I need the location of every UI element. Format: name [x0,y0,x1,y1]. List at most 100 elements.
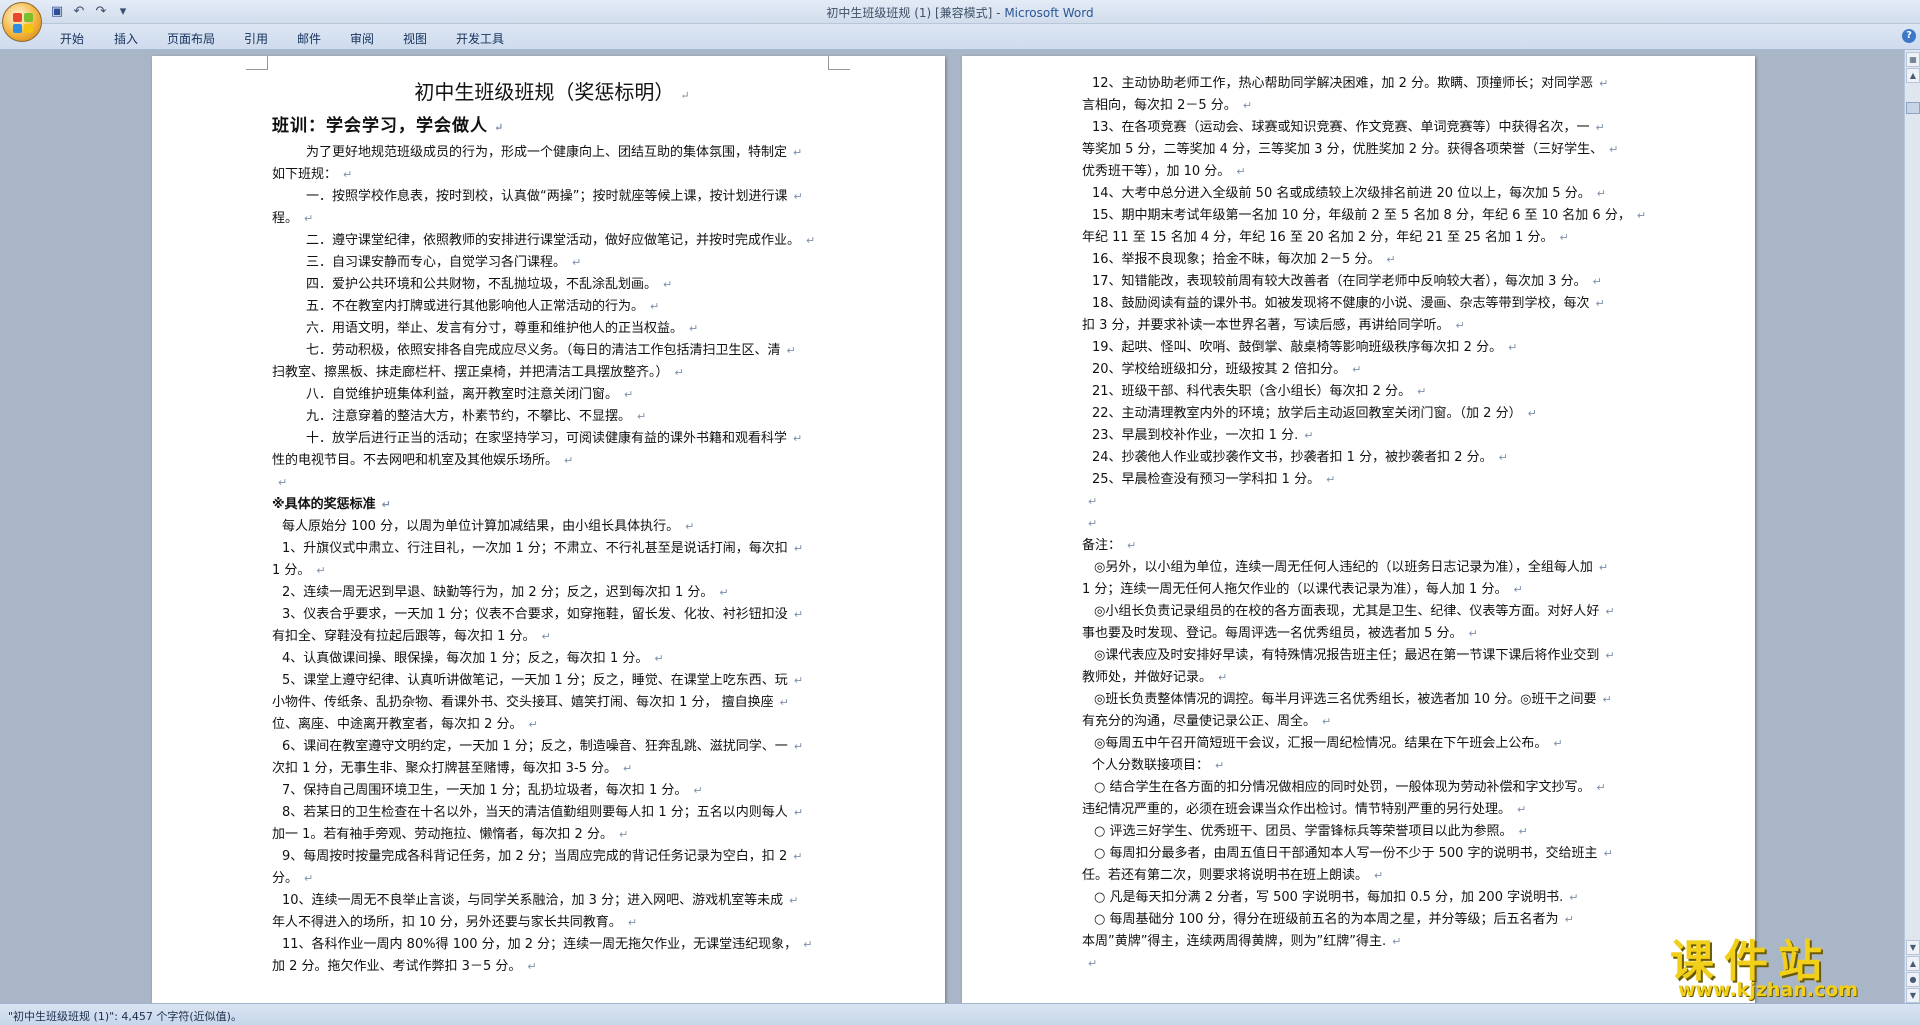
document-area[interactable]: 初中生班级班规（奖惩标明） ↵ 班训：学会学习，学会做人 ↵ 为了更好地规范班级成员… [0,50,1904,1003]
paragraph-text: 23、早晨到校补作业，一次扣 1 分. [1092,428,1299,443]
office-button[interactable] [2,2,42,42]
paragraph-line: 年纪 11 至 15 名加 4 分，年纪 16 至 20 名加 2 分，年纪 2… [1082,227,1642,249]
help-icon[interactable]: ? [1902,29,1916,43]
paragraph-line: 分。 ↵ [272,868,832,890]
tab-insert[interactable]: 插入 [114,30,138,47]
paragraph-line: 25、早晨检查没有预习一学科扣 1 分。 ↵ [1082,469,1642,491]
tab-home[interactable]: 开始 [60,30,84,47]
paragraph-text: 5、课堂上遵守纪律、认真听讲做笔记，一天加 1 分；反之，睡觉、在课堂上吃东西、… [282,673,788,688]
paragraph-mark-icon: ↵ [1553,737,1563,750]
tab-developer[interactable]: 开发工具 [456,30,504,47]
paragraph-mark-icon: ↵ [1564,913,1574,926]
paragraph-text: 8、若某日的卫生检查在十名以外，当天的清洁值勤组则要每人扣 1 分；五名以内则每… [282,805,788,820]
paragraph-line: 年人不得进入的场所，扣 10 分，另外还要与家长共同教育。 ↵ [272,912,832,934]
paragraph-line: 加 2 分。拖欠作业、考试作弊扣 3－5 分。 ↵ [272,956,832,978]
paragraph-text: 1 分。 [272,563,311,578]
paragraph-text: 1 分；连续一周无任何人拖欠作业的（以课代表记录为准），每人加 1 分。 [1082,582,1508,597]
paragraph-mark-icon: ↵ [528,718,538,731]
paragraph-text: 言相向，每次扣 2－5 分。 [1082,98,1237,113]
page-left[interactable]: 初中生班级班规（奖惩标明） ↵ 班训：学会学习，学会做人 ↵ 为了更好地规范班级成员… [152,56,945,1003]
paragraph-text: 18、鼓励阅读有益的课外书。如被发现将不健康的小说、漫画、杂志等带到学校，每次 [1092,296,1590,311]
paragraph-line: ↵ [1082,953,1642,975]
paragraph-mark-icon: ↵ [1595,297,1605,310]
paragraph-mark-icon: ↵ [1599,77,1609,90]
paragraph-text: 年纪 11 至 15 名加 4 分，年纪 16 至 20 名加 2 分，年纪 2… [1082,230,1554,245]
paragraph-text: 1、升旗仪式中肃立、行注目礼，一次加 1 分；不肃立、不行礼甚至是说话打闹，每次… [282,541,788,556]
paragraph-text: 位、离座、中途离开教室者，每次扣 2 分。 [272,717,523,732]
paragraph-mark-icon: ↵ [278,476,288,489]
paragraph-mark-icon: ↵ [1596,187,1606,200]
word-count-status[interactable]: "初中生班级班规 (1)": 4,457 个字符(近似值)。 [8,1008,242,1024]
paragraph-line: 三．自习课安静而专心，自觉学习各门课程。 ↵ [272,252,832,274]
paragraph-line: ○ 凡是每天扣分满 2 分者，写 500 字说明书，每加扣 0.5 分，加 20… [1082,887,1642,909]
paragraph-mark-icon: ↵ [624,388,634,401]
paragraph-line: ◎每周五中午召开简短班干会议，汇报一周纪检情况。结果在下午班会上公布。 ↵ [1082,733,1642,755]
paragraph-line: 4、认真做课间操、眼保操，每次加 1 分；反之，每次扣 1 分。 ↵ [272,648,832,670]
paragraph-line: 12、主动协助老师工作，热心帮助同学解决困难，加 2 分。欺瞒、顶撞师长；对同学… [1082,73,1642,95]
paragraph-mark-icon: ↵ [527,960,537,973]
page-right[interactable]: 12、主动协助老师工作，热心帮助同学解决困难，加 2 分。欺瞒、顶撞师长；对同学… [962,56,1755,1003]
paragraph-mark-icon: ↵ [719,586,729,599]
paragraph-mark-icon: ↵ [1596,781,1606,794]
vertical-scrollbar[interactable]: ▦ ▲ ▼ ▲ ● ▼ [1904,50,1920,1003]
paragraph-text: 如下班规： [272,167,338,182]
tab-page-layout[interactable]: 页面布局 [167,30,215,47]
paragraph-mark-icon: ↵ [627,916,638,929]
paragraph-line: 有扣全、穿鞋没有拉起后跟等，每次扣 1 分。 ↵ [272,626,832,648]
paragraph-text: 12、主动协助老师工作，热心帮助同学解决困难，加 2 分。欺瞒、顶撞师长；对同学… [1092,76,1594,91]
class-motto-text: 班训：学会学习，学会做人 [272,116,488,136]
paragraph-mark-icon: ↵ [1605,605,1615,618]
tab-references[interactable]: 引用 [244,30,268,47]
paragraph-mark-icon: ↵ [1498,451,1508,464]
paragraph-line: 八．自觉维护班集体利益，离开教室时注意关闭门窗。 ↵ [272,384,832,406]
paragraph-line: 十．放学后进行正当的活动；在家坚持学习，可阅读健康有益的课外书籍和观看科学 ↵ [272,428,832,450]
paragraph-line: 3、仪表合乎要求，一天加 1 分；仪表不合要求，如穿拖鞋，留长发、化妆、衬衫钮扣… [272,604,832,626]
paragraph-mark-icon: ↵ [1513,583,1523,596]
tab-mailings[interactable]: 邮件 [297,30,321,47]
paragraph-mark-icon: ↵ [793,190,803,203]
paragraph-text: ○ 结合学生在各方面的扣分情况做相应的同时处罚，一般体现为劳动补偿和字文抄写。 [1094,780,1591,795]
paragraph-text: ◎小组长负责记录组员的在校的各方面表现，尤其是卫生、纪律、仪表等方面。对好人好 [1094,604,1600,619]
paragraph-text: 16、举报不良现象；拾金不昧，每次加 2－5 分。 [1092,252,1381,267]
paragraph-mark-icon: ↵ [1598,561,1609,574]
paragraph-mark-icon: ↵ [1603,847,1613,860]
paragraph-line: 七．劳动积极，依照安排各自完成应尽义务。（每日的清洁工作包括清扫卫生区、清 ↵ [272,340,832,362]
paragraph-mark-icon: ↵ [618,828,629,841]
paragraph-line: 每人原始分 100 分，以周为单位计算加减结果，由小组长具体执行。 ↵ [272,516,832,538]
paragraph-mark-icon: ↵ [304,872,314,885]
paragraph-mark-icon: ↵ [793,850,803,863]
paragraph-line: 九．注意穿着的整洁大方，朴素节约，不攀比、不显摆。 ↵ [272,406,832,428]
paragraph-text: 11、各科作业一周内 80%得 100 分，加 2 分；连续一周无拖欠作业，无课… [282,937,798,952]
scroll-up-icon[interactable]: ▲ [1906,68,1920,83]
tab-review[interactable]: 审阅 [350,30,374,47]
paragraph-line: 位、离座、中途离开教室者，每次扣 2 分。 ↵ [272,714,832,736]
document-title-text: 初中生班级班规（奖惩标明） [414,80,675,104]
scrollbar-thumb[interactable] [1906,102,1920,114]
paragraph-line: 21、班级干部、科代表失职（含小组长）每次扣 2 分。 ↵ [1082,381,1642,403]
paragraph-line: ○ 结合学生在各方面的扣分情况做相应的同时处罚，一般体现为劳动补偿和字文抄写。 ↵ [1082,777,1642,799]
paragraph-mark-icon: ↵ [1088,495,1098,508]
paragraph-line: 17、知错能改，表现较前周有较大改善者（在同学老师中反响较大者），每次加 3 分… [1082,271,1642,293]
ruler-toggle-icon[interactable]: ▦ [1906,52,1920,67]
paragraph-line: 1 分；连续一周无任何人拖欠作业的（以课代表记录为准），每人加 1 分。 ↵ [1082,579,1642,601]
tab-view[interactable]: 视图 [403,30,427,47]
paragraph-line: 15、期中期末考试年级第一名加 10 分，年级前 2 至 5 名加 8 分，年纪… [1082,205,1646,227]
paragraph-text: ○ 每周扣分最多者，由周五值日干部通知本人写一份不少于 500 字的说明书，交给… [1094,846,1598,861]
paragraph-mark-icon: ↵ [637,410,647,423]
paragraph-line: 6、课间在教室遵守文明约定，一天加 1 分；反之，制造噪音、狂奔乱跳、滋扰同学、… [272,736,832,758]
paragraph-mark-icon: ↵ [1352,363,1362,376]
paragraph-mark-icon: ↵ [1326,473,1336,486]
crop-mark [828,56,850,70]
paragraph-mark-icon: ↵ [343,168,353,181]
paragraph-text: 三．自习课安静而专心，自觉学习各门课程。 [306,255,567,270]
paragraph-line: ※具体的奖惩标准 ↵ [272,494,832,516]
paragraph-text: 7、保持自己周围环境卫生，一天加 1 分；乱扔垃圾者，每次扣 1 分。 [282,783,688,798]
paragraph-line: 教师处，并做好记录。 ↵ [1082,667,1642,689]
paragraph-line: 扫教室、擦黑板、抹走廊栏杆、摆正桌椅，并把清洁工具摆放整齐。） ↵ [272,362,832,384]
paragraph-text: 22、主动清理教室内外的环境；放学后主动返回教室关闭门窗。（加 2 分） [1092,406,1522,421]
paragraph-mark-icon: ↵ [1127,539,1137,552]
paragraph-line: 事也要及时发现、登记。每周评选一名优秀组员，被选者加 5 分。 ↵ [1082,623,1642,645]
paragraph-line: 五．不在教室内打牌或进行其他影响他人正常活动的行为。 ↵ [272,296,832,318]
paragraph-text: 六．用语文明，举止、发言有分寸，尊重和维护他人的正当权益。 [306,321,684,336]
paragraph-text: 6、课间在教室遵守文明约定，一天加 1 分；反之，制造噪音、狂奔乱跳、滋扰同学、… [282,739,788,754]
